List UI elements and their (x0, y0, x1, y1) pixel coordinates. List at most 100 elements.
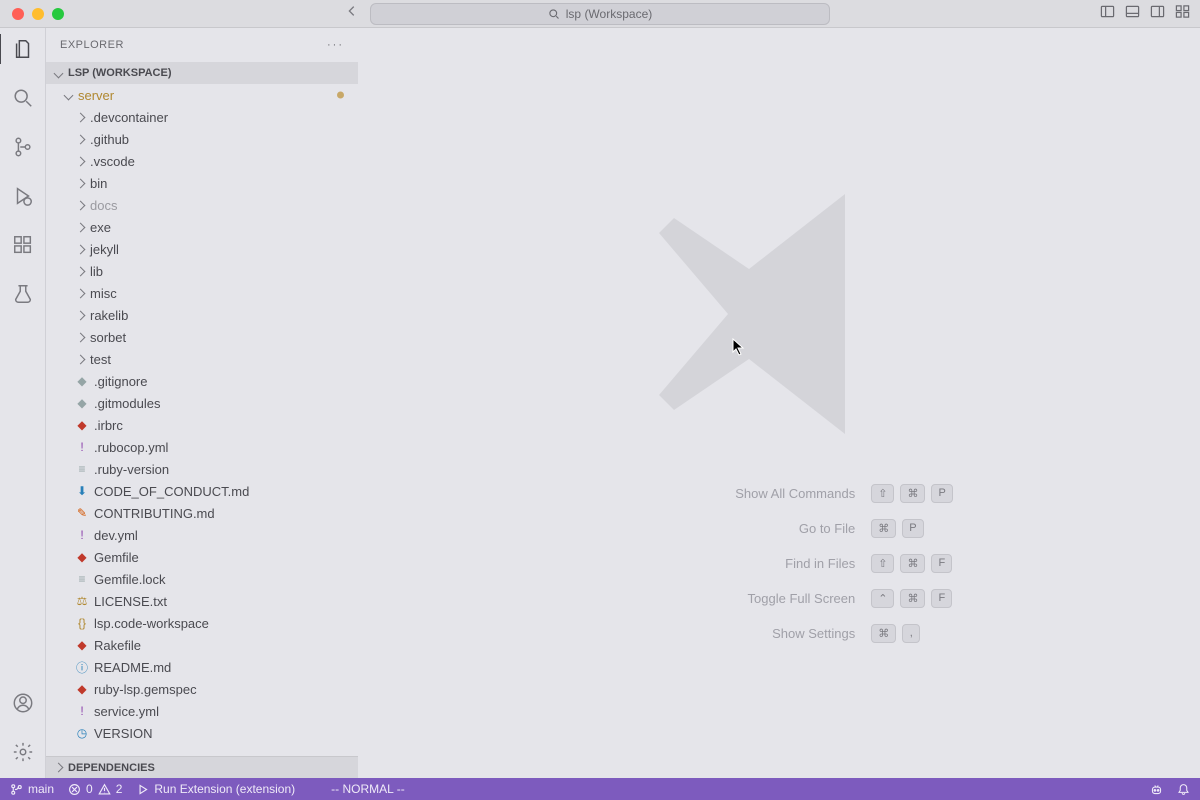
folder-lib[interactable]: lib (46, 260, 358, 282)
shortcut-settings: Show Settings ⌘, (605, 624, 953, 643)
git-icon: ◆ (74, 396, 90, 410)
cursor-pointer-icon (732, 338, 746, 359)
folder-rakelib[interactable]: rakelib (46, 304, 358, 326)
file-tree: server .devcontainer .github .vscode bin… (46, 84, 358, 756)
folder-server[interactable]: server (46, 84, 358, 106)
folder-vscode[interactable]: .vscode (46, 150, 358, 172)
chevron-down-icon (62, 92, 74, 99)
shortcut-find-in-files: Find in Files ⇧⌘F (605, 554, 953, 573)
file-rubyversion[interactable]: ≡.ruby-version (46, 458, 358, 480)
folder-docs[interactable]: docs (46, 194, 358, 216)
run-debug-activity-icon[interactable] (12, 185, 34, 212)
info-icon: ⓘ (74, 659, 90, 676)
source-control-activity-icon[interactable] (12, 136, 34, 163)
folder-sorbet[interactable]: sorbet (46, 326, 358, 348)
chevron-right-icon (74, 334, 86, 341)
testing-activity-icon[interactable] (12, 283, 34, 310)
accounts-activity-icon[interactable] (12, 692, 34, 719)
text-icon: ≡ (74, 462, 90, 476)
explorer-title: EXPLORER (60, 39, 124, 51)
chevron-right-icon (74, 356, 86, 363)
nav-back-button[interactable] (345, 4, 359, 23)
folder-jekyll[interactable]: jekyll (46, 238, 358, 260)
search-activity-icon[interactable] (12, 87, 34, 114)
folder-misc[interactable]: misc (46, 282, 358, 304)
file-gitignore[interactable]: ◆.gitignore (46, 370, 358, 392)
folder-exe[interactable]: exe (46, 216, 358, 238)
ruby-icon: ◆ (74, 638, 90, 652)
yaml-icon: ! (74, 440, 90, 454)
status-problems[interactable]: 0 2 (68, 782, 122, 796)
git-icon: ◆ (74, 374, 90, 388)
yaml-icon: ! (74, 528, 90, 542)
status-branch[interactable]: main (10, 782, 54, 796)
ruby-icon: ◆ (74, 682, 90, 696)
warning-icon (98, 783, 111, 796)
chevron-right-icon (52, 764, 64, 771)
command-center-text: lsp (Workspace) (566, 7, 652, 21)
close-window-button[interactable] (12, 8, 24, 20)
maximize-window-button[interactable] (52, 8, 64, 20)
titlebar: lsp (Workspace) (0, 0, 1200, 28)
status-bar: main 0 2 Run Extension (extension) -- NO… (0, 778, 1200, 800)
chevron-right-icon (74, 290, 86, 297)
file-license[interactable]: ⚖LICENSE.txt (46, 590, 358, 612)
status-run-extension[interactable]: Run Extension (extension) (136, 782, 295, 796)
file-workspace[interactable]: {}lsp.code-workspace (46, 612, 358, 634)
command-center[interactable]: lsp (Workspace) (370, 3, 830, 25)
file-gemfilelock[interactable]: ≡Gemfile.lock (46, 568, 358, 590)
folder-test[interactable]: test (46, 348, 358, 370)
file-rubocop[interactable]: !.rubocop.yml (46, 436, 358, 458)
toggle-panel-icon[interactable] (1125, 4, 1140, 24)
chevron-right-icon (74, 180, 86, 187)
error-icon (68, 783, 81, 796)
shortcut-fullscreen: Toggle Full Screen ⌃⌘F (605, 589, 953, 608)
dependencies-section-header[interactable]: DEPENDENCIES (46, 756, 358, 778)
file-contributing[interactable]: ✎CONTRIBUTING.md (46, 502, 358, 524)
debug-icon (136, 783, 149, 796)
chevron-right-icon (74, 158, 86, 165)
status-copilot[interactable] (1150, 783, 1163, 796)
yaml-icon: ! (74, 704, 90, 718)
json-icon: {} (74, 616, 90, 630)
shortcut-show-commands: Show All Commands ⇧⌘P (605, 484, 953, 503)
explorer-activity-icon[interactable] (12, 38, 34, 65)
extensions-activity-icon[interactable] (12, 234, 34, 261)
file-serviceyml[interactable]: !service.yml (46, 700, 358, 722)
text-icon: ≡ (74, 572, 90, 586)
file-version[interactable]: ◷VERSION (46, 722, 358, 744)
ruby-icon: ◆ (74, 550, 90, 564)
layout-controls (1100, 4, 1190, 24)
search-icon (548, 8, 560, 20)
toggle-secondary-sidebar-icon[interactable] (1150, 4, 1165, 24)
folder-github[interactable]: .github (46, 128, 358, 150)
file-gemspec[interactable]: ◆ruby-lsp.gemspec (46, 678, 358, 700)
markdown-icon: ⬇ (74, 484, 90, 498)
minimize-window-button[interactable] (32, 8, 44, 20)
file-irbrc[interactable]: ◆.irbrc (46, 414, 358, 436)
settings-activity-icon[interactable] (12, 741, 34, 768)
chevron-right-icon (74, 268, 86, 275)
folder-devcontainer[interactable]: .devcontainer (46, 106, 358, 128)
editor-area: Show All Commands ⇧⌘P Go to File ⌘P Find… (358, 28, 1200, 778)
file-rakefile[interactable]: ◆Rakefile (46, 634, 358, 656)
status-vim-mode[interactable]: -- NORMAL -- (331, 782, 405, 796)
workspace-section-header[interactable]: LSP (WORKSPACE) (46, 62, 358, 84)
chevron-down-icon (52, 70, 64, 77)
folder-bin[interactable]: bin (46, 172, 358, 194)
status-notifications[interactable] (1177, 783, 1190, 796)
file-readme[interactable]: ⓘREADME.md (46, 656, 358, 678)
explorer-more-button[interactable]: ··· (327, 39, 344, 51)
clock-icon: ◷ (74, 726, 90, 740)
chevron-right-icon (74, 202, 86, 209)
markdown-icon: ✎ (74, 506, 90, 520)
file-devyml[interactable]: !dev.yml (46, 524, 358, 546)
file-gemfile[interactable]: ◆Gemfile (46, 546, 358, 568)
file-gitmodules[interactable]: ◆.gitmodules (46, 392, 358, 414)
toggle-primary-sidebar-icon[interactable] (1100, 4, 1115, 24)
customize-layout-icon[interactable] (1175, 4, 1190, 24)
shortcut-go-to-file: Go to File ⌘P (605, 519, 953, 538)
explorer-header: EXPLORER ··· (46, 28, 358, 62)
file-code-of-conduct[interactable]: ⬇CODE_OF_CONDUCT.md (46, 480, 358, 502)
chevron-right-icon (74, 114, 86, 121)
